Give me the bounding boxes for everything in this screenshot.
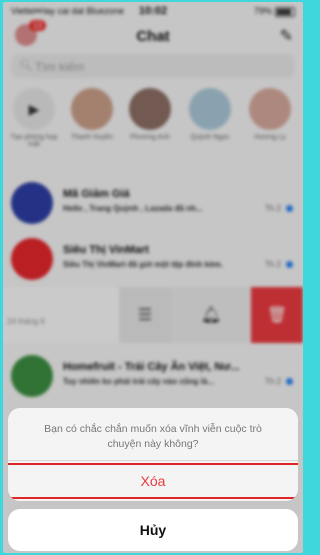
confirm-message: Bạn có chắc chắn muốn xóa vĩnh viễn cuộc… [44, 423, 262, 450]
action-sheet: Bạn có chắc chắn muốn xóa vĩnh viễn cuộc… [8, 408, 298, 501]
delete-button[interactable]: Xóa [8, 461, 298, 501]
highlight-box [8, 463, 298, 499]
cancel-label: Hủy [139, 522, 167, 538]
cancel-button[interactable]: Hủy [8, 509, 298, 551]
